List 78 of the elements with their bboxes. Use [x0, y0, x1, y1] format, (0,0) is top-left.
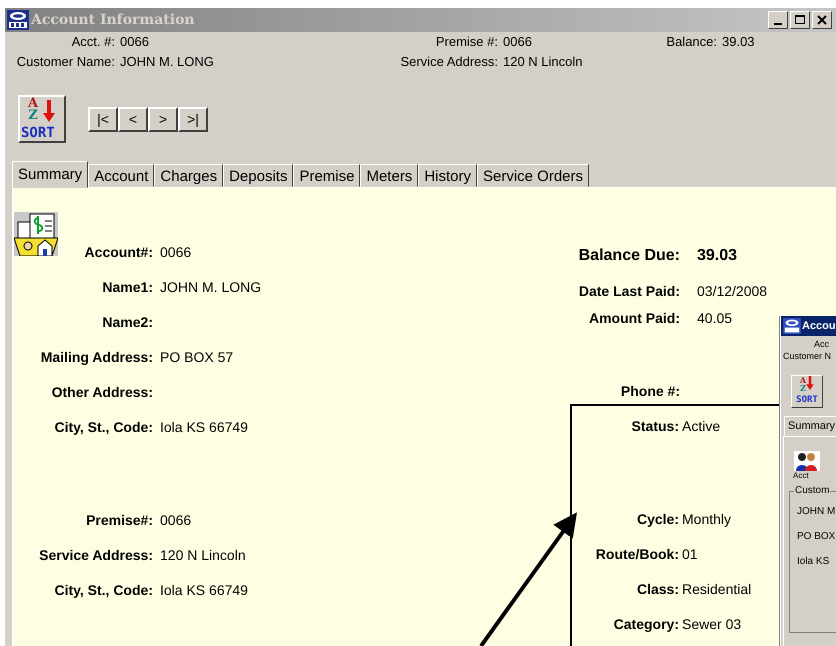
field-value: 0066 [160, 244, 192, 260]
field-label: Other Address: [50, 384, 153, 400]
field-label: Phone #: [620, 382, 680, 398]
maximize-icon [795, 15, 805, 25]
field-label: Service Address: [38, 546, 153, 562]
field-label: Balance: [665, 34, 717, 51]
navigation-button[interactable]: > [148, 106, 178, 132]
field-label: Premise#: [85, 512, 153, 528]
field-label: Name2: [101, 314, 153, 330]
field-label: Category: [612, 616, 679, 632]
tab[interactable]: Summary [12, 161, 88, 188]
field-value: Residential [682, 580, 752, 596]
sort-button[interactable]: A Z SORT [18, 95, 66, 143]
field-value: 01 [682, 546, 698, 562]
field-label: Customer Name: [16, 54, 115, 71]
window-title: Accou [802, 320, 836, 332]
field-value: 39.03 [721, 34, 756, 51]
close-button[interactable] [812, 11, 832, 29]
icon-caption: Acct [793, 471, 809, 480]
minimize-icon [774, 23, 782, 25]
field-value: Active [682, 418, 720, 434]
field-label: Customer N [783, 351, 832, 361]
field-value: 0066 [502, 34, 533, 51]
field-label: Status: [630, 418, 679, 434]
field-value: Iola KS 66749 [160, 418, 248, 434]
field-value: Iola KS 66749 [160, 582, 248, 598]
field-value: Monthly [682, 510, 732, 526]
navigation-button[interactable]: |< [88, 106, 118, 132]
field-value: PO BOX [797, 531, 836, 542]
app-logo-icon [783, 318, 801, 334]
tab[interactable]: History [418, 164, 477, 187]
field-label: Name1: [101, 278, 153, 294]
field-value: 0066 [119, 34, 150, 51]
field-value: Iola KS [797, 556, 830, 567]
field-value: 120 N Lincoln [160, 546, 246, 562]
field-label: Service Address: [399, 54, 498, 71]
field-value: 120 N Lincoln [502, 54, 584, 71]
navigation-button[interactable]: >| [178, 106, 208, 132]
sort-button[interactable]: A Z SORT [791, 375, 823, 408]
field-label: Balance Due: [578, 247, 680, 265]
app-logo-icon [7, 10, 29, 30]
field-label: Acc [814, 339, 830, 349]
group-title: Custom [794, 485, 830, 496]
tab[interactable]: Meters [360, 164, 418, 187]
field-label: Class: [636, 580, 679, 596]
maximize-button[interactable] [790, 11, 810, 29]
field-value: JOHN M. LONG [160, 278, 262, 294]
field-label: Acct. #: [70, 34, 115, 51]
people-icon [794, 451, 820, 471]
field-value: 39.03 [697, 247, 738, 265]
field-label: City, St., Code: [53, 418, 153, 434]
field-label: Route/Book: [594, 546, 679, 562]
navigation-button[interactable]: < [118, 106, 148, 132]
field-value: 40.05 [697, 310, 732, 326]
down-arrow-icon [806, 376, 814, 390]
tab[interactable]: Summary [784, 416, 836, 436]
window-title: Account Information [31, 12, 195, 28]
field-label: Mailing Address: [40, 348, 153, 364]
tab[interactable]: Deposits [223, 164, 294, 187]
field-value: JOHN M. LONG [119, 54, 215, 71]
minimize-button[interactable] [768, 11, 788, 29]
field-label: Account#: [84, 244, 153, 260]
tab[interactable]: Account [88, 164, 154, 187]
tab[interactable]: Premise [293, 164, 360, 187]
field-label: Cycle: [636, 510, 679, 526]
field-value: Sewer 03 [682, 616, 742, 632]
field-label: Amount Paid: [588, 310, 680, 326]
field-value: 0066 [160, 512, 192, 528]
down-arrow-icon [43, 100, 55, 122]
tab[interactable]: Charges [154, 164, 224, 187]
tab[interactable]: Service Orders [476, 164, 590, 187]
field-label: Premise #: [434, 34, 498, 51]
field-label: Date Last Paid: [578, 282, 680, 298]
field-value: PO BOX 57 [160, 348, 234, 364]
close-icon [817, 15, 827, 25]
field-label: City, St., Code: [53, 582, 153, 598]
field-value: 03/12/2008 [697, 282, 768, 298]
field-value: JOHN M [797, 506, 836, 517]
